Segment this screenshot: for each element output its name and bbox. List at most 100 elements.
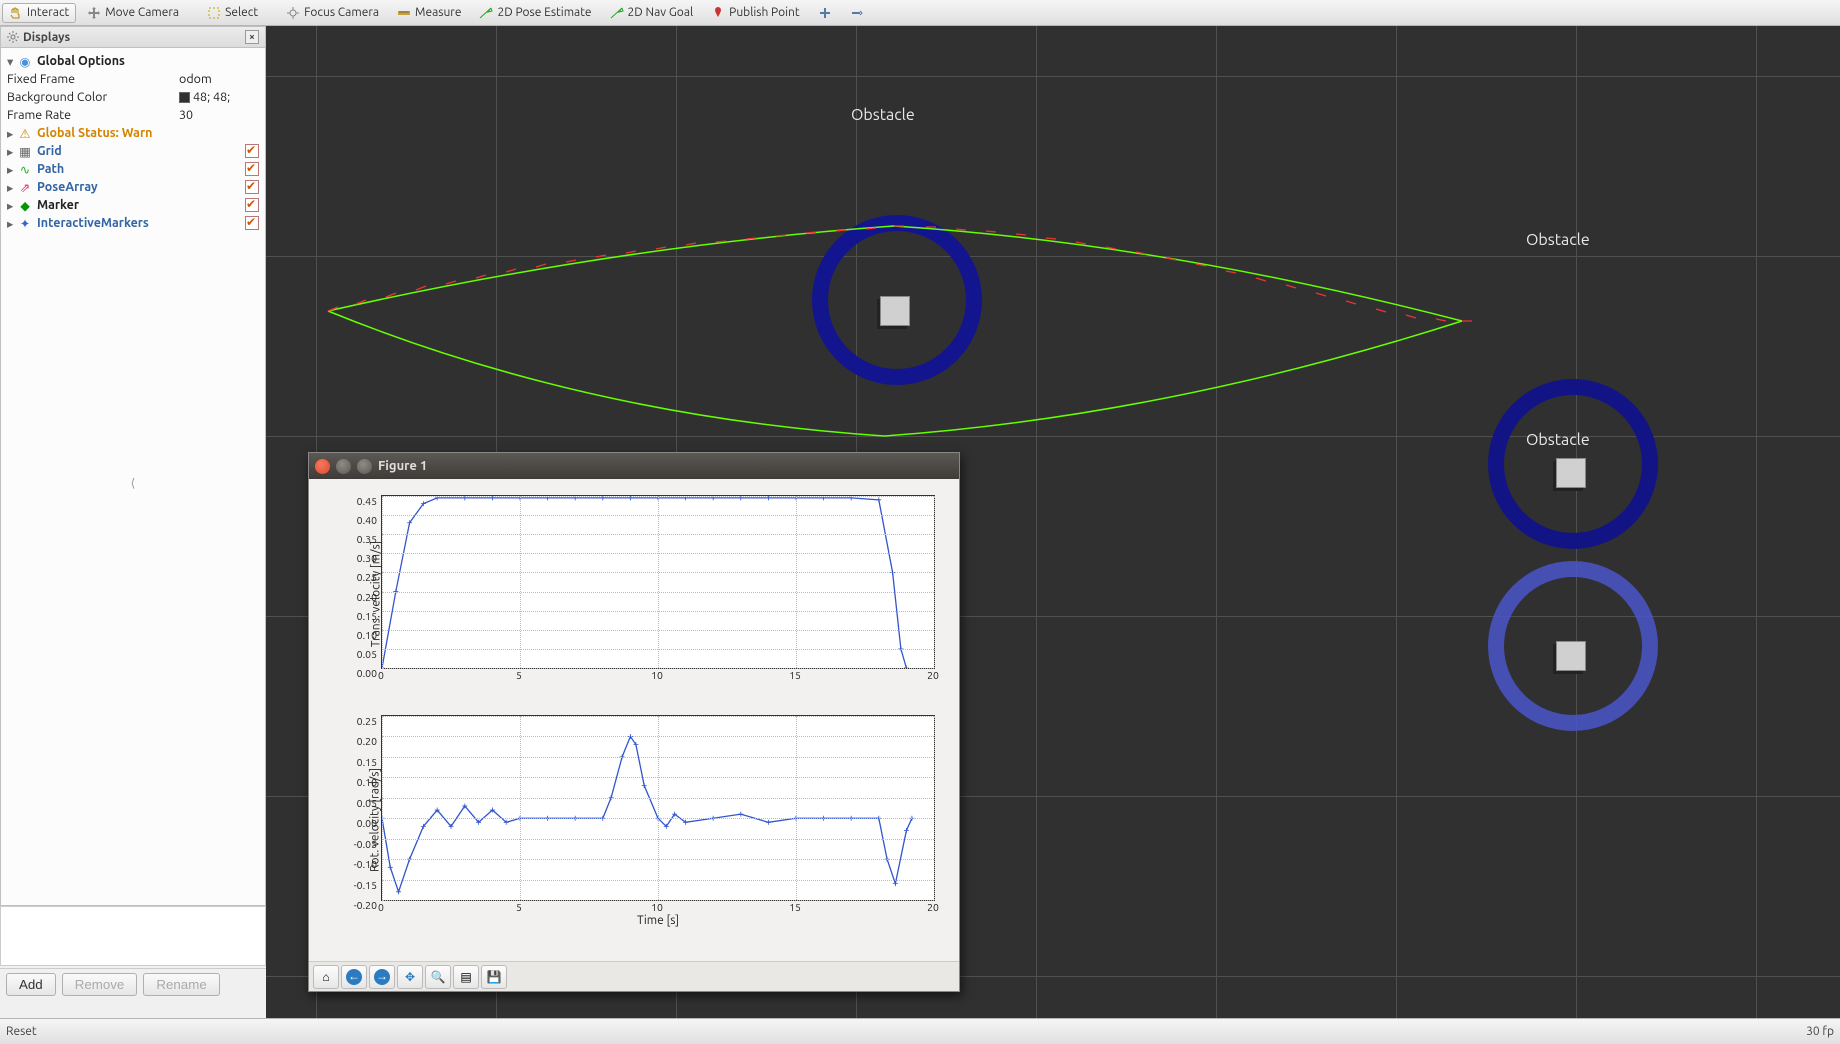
path-icon: ∿ — [17, 162, 33, 177]
vertical-drag-handle[interactable]: ⟨ — [1, 476, 265, 486]
bg-color-value: 48; 48; — [179, 90, 259, 104]
global-status-label: Global Status: Warn — [37, 126, 259, 140]
displays-tree[interactable]: ▾ ◉ Global Options Fixed Frame odom Back… — [1, 48, 265, 476]
window-maximize-icon[interactable] — [357, 459, 372, 474]
posearray-label: PoseArray — [37, 180, 245, 194]
status-bar: Reset 30 fp — [0, 1018, 1840, 1044]
interactive-marker-icon: ✦ — [17, 216, 33, 231]
publish-point-label: Publish Point — [729, 6, 799, 19]
global-status-item[interactable]: ▸ ⚠ Global Status: Warn — [3, 124, 263, 142]
ruler-icon — [397, 6, 411, 20]
save-button[interactable]: 💾 — [481, 965, 507, 989]
fixed-frame-value: odom — [179, 72, 259, 86]
panel-close-button[interactable]: × — [245, 30, 259, 44]
marker-label: Marker — [37, 198, 245, 212]
frame-rate-label: Frame Rate — [7, 108, 179, 122]
fixed-frame-item[interactable]: Fixed Frame odom — [3, 70, 263, 88]
obstacle-label-a: Obstacle — [851, 106, 915, 124]
zoom-icon: 🔍 — [431, 970, 446, 984]
posearray-icon: ⇗ — [17, 180, 33, 195]
displays-title-bar[interactable]: Displays × — [1, 27, 265, 48]
left-column: Displays × ▾ ◉ Global Options Fixed Fram… — [0, 26, 266, 1018]
global-options-item[interactable]: ▾ ◉ Global Options — [3, 52, 263, 70]
subplots-button[interactable]: ▤ — [453, 965, 479, 989]
path-label: Path — [37, 162, 245, 176]
back-button[interactable]: ← — [341, 965, 367, 989]
nav-goal-button[interactable]: 2D Nav Goal — [603, 3, 701, 23]
focus-camera-button[interactable]: Focus Camera — [279, 3, 386, 23]
move-camera-button[interactable]: Move Camera — [80, 3, 186, 23]
display-buttons-row: Add Remove Rename — [0, 968, 266, 1000]
pose-estimate-button[interactable]: 2D Pose Estimate — [472, 3, 598, 23]
main-toolbar: Interact Move Camera Select Focus Camera… — [0, 0, 1840, 26]
reset-label[interactable]: Reset — [6, 1025, 37, 1038]
fixed-frame-label: Fixed Frame — [7, 72, 179, 86]
pose-arrow-green-icon — [479, 6, 493, 20]
focus-camera-label: Focus Camera — [304, 6, 379, 19]
hand-icon — [9, 6, 23, 20]
subplots-icon: ▤ — [460, 970, 471, 984]
bg-color-label: Background Color — [7, 90, 179, 104]
figure-titlebar[interactable]: Figure 1 — [309, 453, 959, 479]
pan-button[interactable]: ✥ — [397, 965, 423, 989]
grid-display-item[interactable]: ▸ ▦ Grid — [3, 142, 263, 160]
chevron-down-icon[interactable]: ▾ — [7, 54, 17, 69]
gear-icon — [7, 31, 19, 43]
interact-label: Interact — [27, 6, 69, 19]
fps-label: 30 fp — [1806, 1025, 1834, 1038]
plus-tool-button[interactable] — [811, 3, 839, 23]
interactive-markers-display-item[interactable]: ▸ ✦ InteractiveMarkers — [3, 214, 263, 232]
home-icon: ⌂ — [322, 970, 329, 984]
arrow-left-icon: ← — [346, 969, 362, 985]
chevron-right-icon[interactable]: ▸ — [7, 162, 17, 177]
grid-checkbox[interactable] — [245, 144, 259, 158]
posearray-checkbox[interactable] — [245, 180, 259, 194]
path-checkbox[interactable] — [245, 162, 259, 176]
chevron-right-icon[interactable]: ▸ — [7, 180, 17, 195]
path-display-item[interactable]: ▸ ∿ Path — [3, 160, 263, 178]
measure-button[interactable]: Measure — [390, 3, 468, 23]
publish-point-button[interactable]: Publish Point — [704, 3, 806, 23]
frame-rate-value: 30 — [179, 108, 259, 122]
window-minimize-icon[interactable] — [336, 459, 351, 474]
displays-panel: Displays × ▾ ◉ Global Options Fixed Fram… — [0, 26, 266, 906]
move-icon — [87, 6, 101, 20]
marker-checkbox[interactable] — [245, 198, 259, 212]
remove-button[interactable]: Remove — [62, 973, 138, 996]
chevron-right-icon[interactable]: ▸ — [7, 198, 17, 213]
interactive-markers-checkbox[interactable] — [245, 216, 259, 230]
figure-window[interactable]: Figure 1 Trans. velocity [m/s] 0.000.050… — [308, 452, 960, 992]
focus-icon — [286, 6, 300, 20]
home-button[interactable]: ⌂ — [313, 965, 339, 989]
chevron-right-icon[interactable]: ▸ — [7, 144, 17, 159]
color-swatch — [179, 92, 190, 103]
displays-title-label: Displays — [23, 31, 70, 44]
forward-button[interactable]: → — [369, 965, 395, 989]
figure-toolbar: ⌂ ← → ✥ 🔍 ▤ 💾 — [309, 961, 959, 991]
description-box — [0, 906, 266, 966]
obstacle-label-b: Obstacle — [1526, 231, 1590, 249]
select-button[interactable]: Select — [200, 3, 265, 23]
move-camera-label: Move Camera — [105, 6, 179, 19]
minus-tool-button[interactable] — [843, 3, 871, 23]
posearray-display-item[interactable]: ▸ ⇗ PoseArray — [3, 178, 263, 196]
marker-icon: ◆ — [17, 198, 33, 213]
rename-button[interactable]: Rename — [143, 973, 219, 996]
frame-rate-item[interactable]: Frame Rate 30 — [3, 106, 263, 124]
pin-icon — [711, 6, 725, 20]
figure-title-label: Figure 1 — [378, 459, 427, 473]
zoom-button[interactable]: 🔍 — [425, 965, 451, 989]
chevron-right-icon[interactable]: ▸ — [7, 216, 17, 231]
chevron-right-icon[interactable]: ▸ — [7, 126, 17, 141]
marker-display-item[interactable]: ▸ ◆ Marker — [3, 196, 263, 214]
minus-icon — [850, 6, 864, 20]
grid-label: Grid — [37, 144, 245, 158]
pan-icon: ✥ — [405, 970, 415, 984]
select-icon — [207, 6, 221, 20]
window-close-icon[interactable] — [315, 459, 330, 474]
nav-arrow-green-icon — [610, 6, 624, 20]
add-button[interactable]: Add — [6, 973, 56, 996]
interact-button[interactable]: Interact — [2, 3, 76, 23]
bg-color-item[interactable]: Background Color 48; 48; — [3, 88, 263, 106]
nav-goal-label: 2D Nav Goal — [628, 6, 694, 19]
